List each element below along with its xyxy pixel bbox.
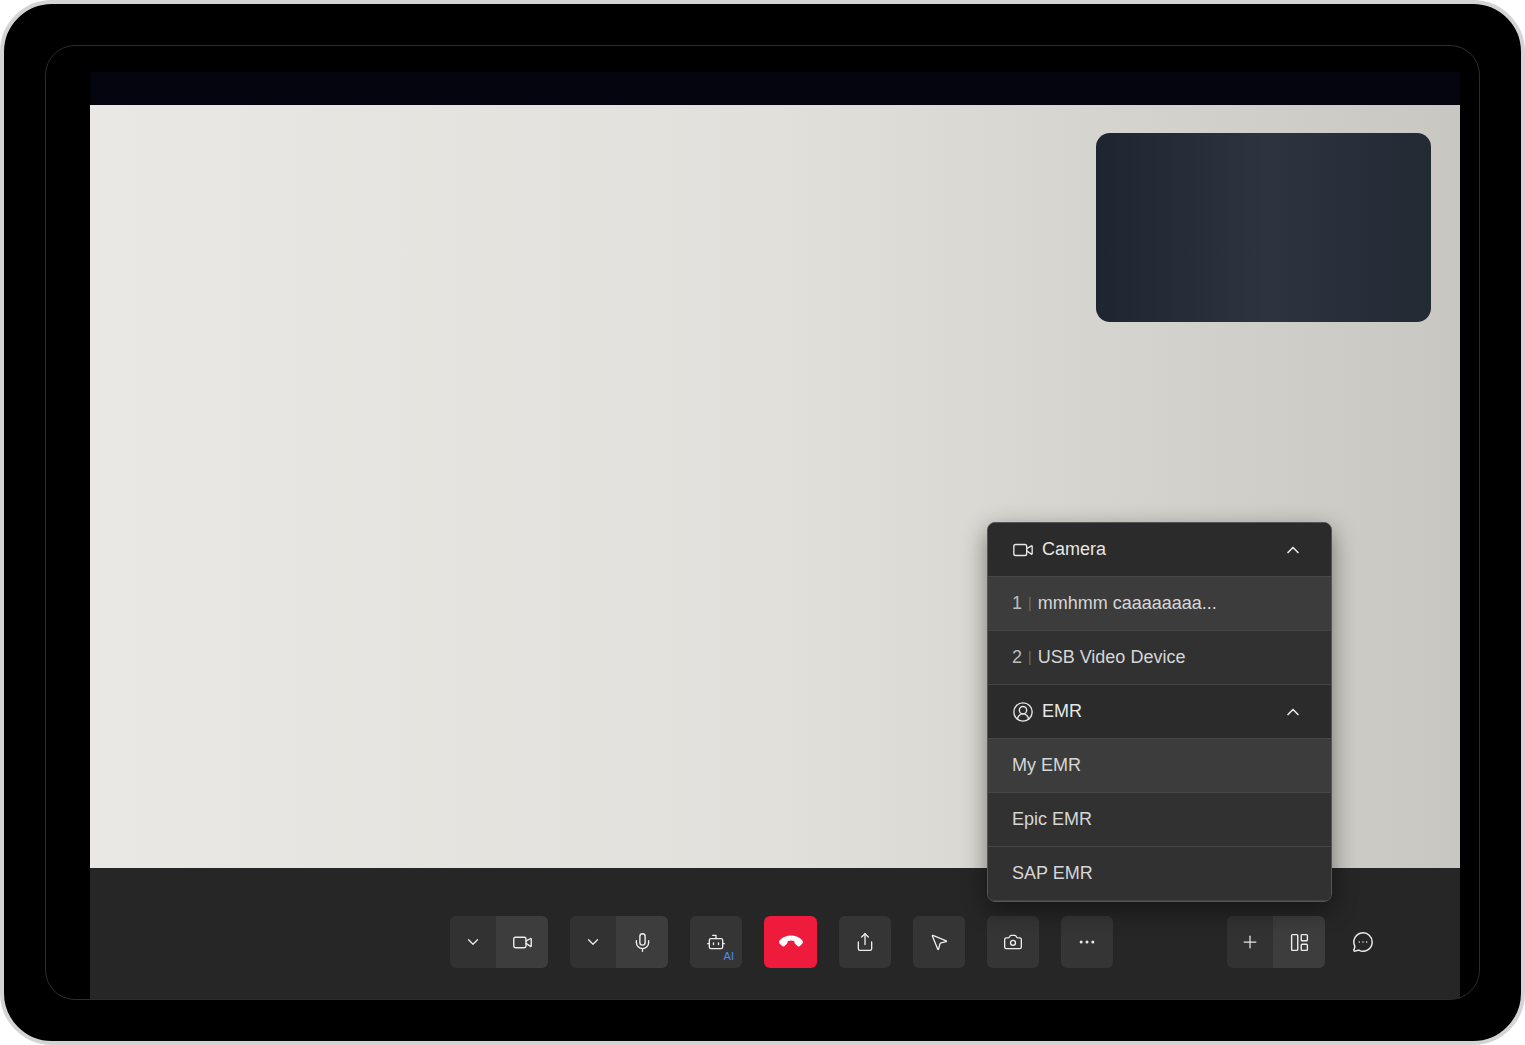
microphone-group (570, 916, 668, 968)
plus-icon (1240, 932, 1260, 952)
item-separator: | (1028, 647, 1032, 668)
emr-section: EMR My EMR Epic EMR SAP EMR (988, 685, 1331, 901)
user-circle-icon (1012, 701, 1034, 723)
item-label: SAP EMR (1012, 860, 1093, 887)
item-label: mmhmm caaaaaaaa... (1038, 590, 1217, 617)
video-camera-icon (1012, 539, 1034, 561)
layout-icon (1289, 932, 1310, 953)
menu-item[interactable]: Epic EMR (988, 793, 1331, 847)
item-separator: | (1028, 593, 1032, 614)
camera-icon (1003, 932, 1023, 952)
item-index: 2 (1012, 644, 1022, 671)
item-index: 1 (1012, 590, 1022, 617)
main-controls: AI (450, 916, 1113, 968)
tablet-bezel: AI Camera 1 | mmhmm caaaaaaaa... 2 | USB Video … (45, 45, 1480, 1000)
phone-icon (776, 928, 804, 956)
item-label: USB Video Device (1038, 644, 1186, 671)
camera-group (450, 916, 548, 968)
page: AI Camera 1 | mmhmm caaaaaaaa... 2 | USB Video … (0, 0, 1525, 1045)
add-layout-options-button[interactable] (1227, 916, 1273, 968)
microphone-icon (632, 932, 653, 953)
add-layout-group (1227, 916, 1325, 968)
screen: AI Camera 1 | mmhmm caaaaaaaa... 2 | USB Video … (90, 72, 1460, 999)
menu-item[interactable]: SAP EMR (988, 847, 1331, 901)
menu-item[interactable]: 2 | USB Video Device (988, 631, 1331, 685)
chevron-down-icon (464, 933, 482, 951)
ai-bot-icon (706, 932, 726, 952)
item-label: Epic EMR (1012, 806, 1092, 833)
self-view[interactable] (1096, 133, 1431, 322)
ai-badge: AI (724, 951, 734, 962)
share-button[interactable] (839, 916, 891, 968)
section-title: Camera (1042, 536, 1275, 563)
ellipsis-icon (1077, 932, 1097, 952)
chevron-down-icon (584, 933, 602, 951)
item-label: My EMR (1012, 752, 1081, 779)
camera-section-header[interactable]: Camera (988, 523, 1331, 577)
chevron-up-icon (1283, 702, 1303, 722)
camera-options-button[interactable] (450, 916, 496, 968)
video-camera-icon (512, 932, 533, 953)
side-controls (1227, 916, 1388, 968)
more-button[interactable] (1061, 916, 1113, 968)
chevron-up-icon (1283, 540, 1303, 560)
camera-section: Camera 1 | mmhmm caaaaaaaa... 2 | USB Video De… (988, 523, 1331, 685)
chat-button[interactable] (1338, 916, 1388, 968)
tablet-frame: AI Camera 1 | mmhmm caaaaaaaa... 2 | USB Video … (0, 0, 1525, 1045)
device-menu: Camera 1 | mmhmm caaaaaaaa... 2 | USB Video De… (987, 522, 1332, 902)
pointer-icon (929, 932, 949, 952)
menu-item[interactable]: 1 | mmhmm caaaaaaaa... (988, 577, 1331, 631)
emr-section-header[interactable]: EMR (988, 685, 1331, 739)
microphone-button[interactable] (616, 916, 668, 968)
share-icon (855, 932, 875, 952)
pointer-button[interactable] (913, 916, 965, 968)
chat-icon (1352, 931, 1374, 953)
section-title: EMR (1042, 698, 1275, 725)
microphone-options-button[interactable] (570, 916, 616, 968)
snapshot-button[interactable] (987, 916, 1039, 968)
add-layout-button[interactable] (1273, 916, 1325, 968)
ai-assistant-button[interactable]: AI (690, 916, 742, 968)
menu-item[interactable]: My EMR (988, 739, 1331, 793)
top-bar (90, 72, 1460, 105)
hang-up-button[interactable] (764, 916, 817, 968)
camera-button[interactable] (496, 916, 548, 968)
